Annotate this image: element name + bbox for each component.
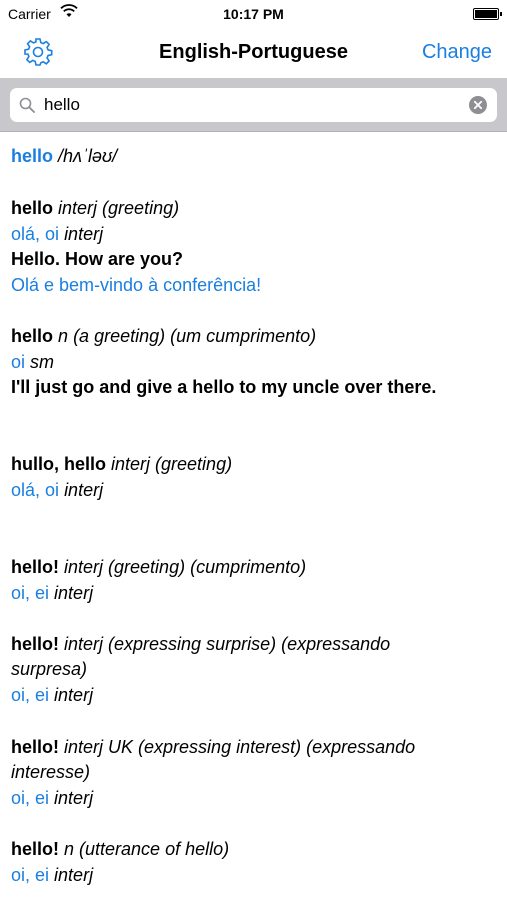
example-sentence: Hello. How are you? [11, 249, 184, 269]
sense-word: hello! [11, 839, 59, 859]
sense-desc: interj (greeting) [111, 454, 233, 474]
translation-pos: interj [54, 583, 94, 603]
status-time: 10:17 PM [223, 6, 284, 22]
translation[interactable]: oi, ei [11, 685, 49, 705]
sense-word: hello [11, 326, 54, 346]
translation[interactable]: olá, oi [11, 224, 59, 244]
translation-pos: interj [64, 224, 104, 244]
translation-line: oi, ei interj [11, 787, 93, 809]
entry-header: hello /hʌˈləʊ/ [11, 145, 117, 167]
sense-desc: interj (expressing surprise) (expressand… [64, 634, 391, 654]
headword[interactable]: hello [11, 146, 53, 166]
translation-line: olá, oi interj [11, 479, 103, 501]
sense-line: hello interj (greeting) [11, 197, 179, 219]
example-translation: Olá e bem-vindo à conferência! [11, 275, 262, 295]
search-query-text: hello [44, 95, 80, 114]
translation-line: oi, ei interj [11, 684, 93, 706]
sense-desc: (a greeting) (um cumprimento) [73, 326, 317, 346]
battery-icon [473, 8, 502, 20]
sense-word: hello [11, 198, 54, 218]
sense-word: hello! [11, 737, 59, 757]
translation-pos: sm [30, 352, 55, 372]
pronunciation: /hʌˈləʊ/ [58, 146, 118, 166]
sense-line: hello! interj (greeting) (cumprimento) [11, 556, 306, 578]
change-button[interactable]: Change [422, 41, 492, 64]
translation[interactable]: oi, ei [11, 865, 49, 885]
translation[interactable]: oi, ei [11, 583, 49, 603]
translation-pos: interj [54, 685, 94, 705]
translation-line: oi sm [11, 351, 54, 373]
example-sentence: I'll just go and give a hello to my uncl… [11, 377, 437, 397]
translation-pos: interj [54, 788, 94, 808]
translation[interactable]: olá, oi [11, 480, 59, 500]
translation[interactable]: oi [11, 352, 25, 372]
sense-line: hello! n (utterance of hello) [11, 838, 229, 860]
translation-pos: interj [64, 480, 104, 500]
sense-word: hello! [11, 557, 59, 577]
sense-line: hello n (a greeting) (um cumprimento) [11, 325, 316, 347]
translation[interactable]: oi, ei [11, 788, 49, 808]
sense-desc-continued: interesse) [11, 762, 91, 782]
translation-line: oi, ei interj [11, 864, 93, 886]
sense-pos: n [58, 326, 69, 346]
search-input[interactable]: hello [10, 88, 497, 122]
sense-desc: interj UK (expressing interest) (express… [64, 737, 416, 757]
sense-line: hello! interj (expressing surprise) (exp… [11, 633, 390, 655]
sense-line: hullo, hello interj (greeting) [11, 453, 232, 475]
sense-word: hello! [11, 634, 59, 654]
sense-line: hello! interj UK (expressing interest) (… [11, 736, 415, 758]
translation-pos: interj [54, 865, 94, 885]
sense-desc: n (utterance of hello) [64, 839, 230, 859]
sense-word: hullo, hello [11, 454, 106, 474]
search-bar: hello [0, 78, 507, 132]
sense-desc-continued: surpresa) [11, 659, 88, 679]
translation-line: oi, ei interj [11, 582, 93, 604]
search-icon [19, 97, 35, 113]
translation-line: olá, oi interj [11, 223, 103, 245]
clear-icon[interactable] [469, 96, 487, 114]
status-bar: Carrier 10:17 PM [0, 0, 507, 28]
navigation-bar: English-Portuguese Change [0, 28, 507, 78]
sense-desc: interj (greeting) [58, 198, 180, 218]
sense-desc: interj (greeting) (cumprimento) [64, 557, 307, 577]
